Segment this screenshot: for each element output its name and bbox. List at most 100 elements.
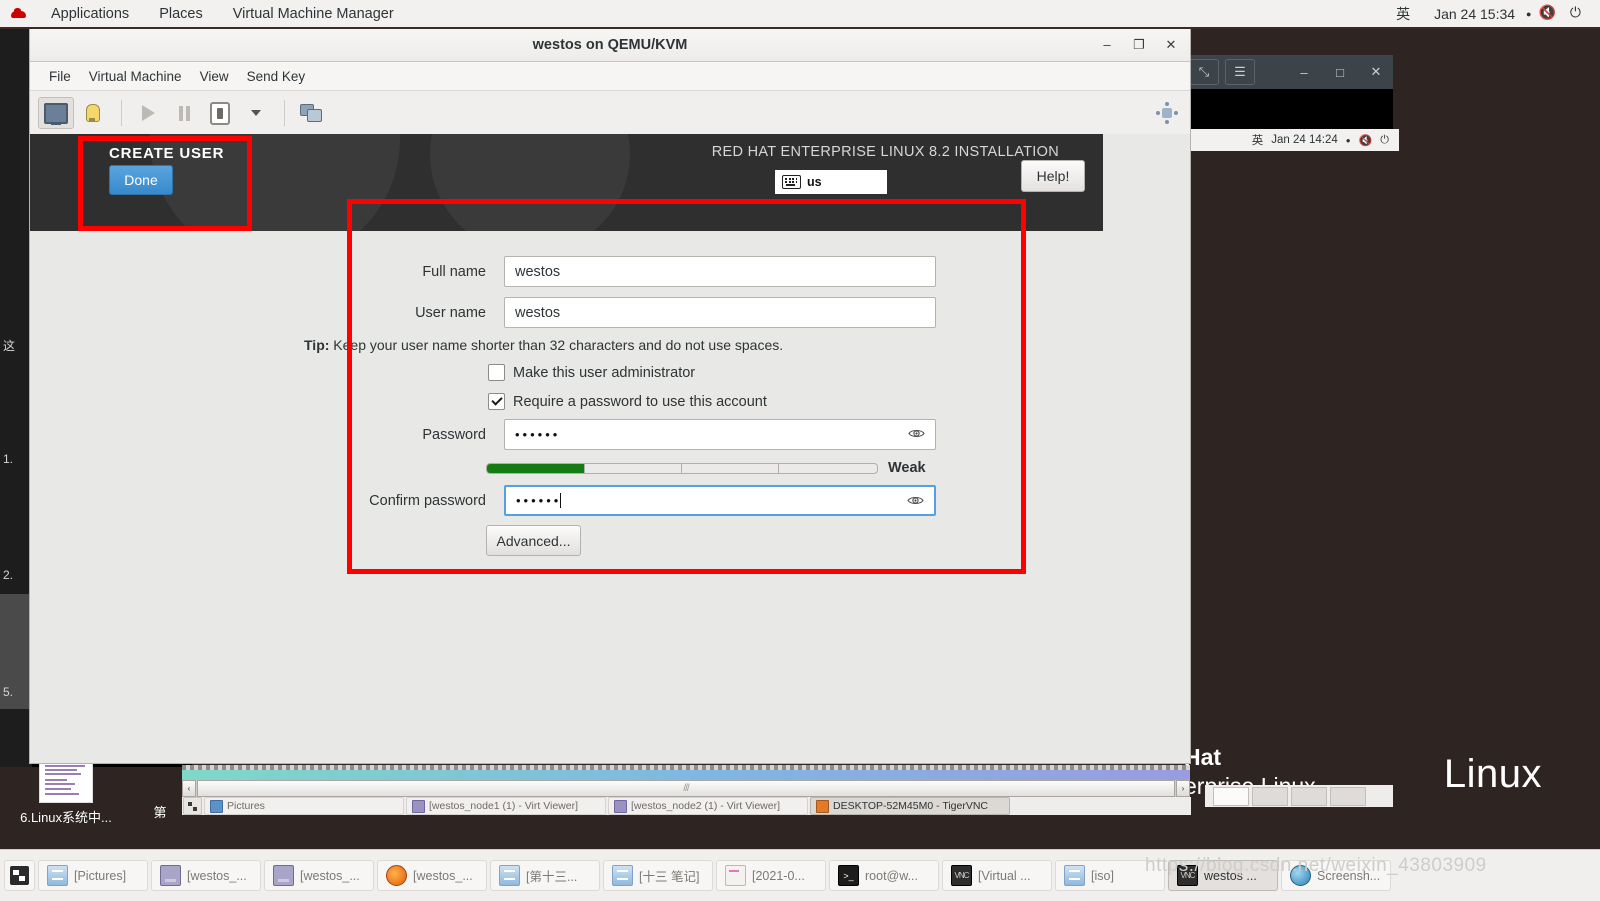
console-view-button[interactable]	[38, 97, 74, 129]
firefox-icon	[386, 865, 407, 886]
toolbar-separator	[121, 100, 122, 126]
pause-button[interactable]	[167, 98, 201, 128]
inner-task-westos-node1[interactable]: [westos_node1 (1) - Virt Viewer]	[406, 797, 606, 815]
maximize-icon[interactable]: □	[1323, 60, 1357, 84]
maximize-icon[interactable]: ❐	[1126, 34, 1152, 56]
taskbar-item-2021[interactable]: [2021-0...	[716, 860, 826, 891]
inner-task-label: Pictures	[227, 800, 265, 812]
confirm-password-value: ••••••	[516, 493, 562, 508]
password-input[interactable]: ••••••	[504, 419, 936, 450]
ime-indicator[interactable]: 英	[1380, 4, 1426, 24]
user-name-input[interactable]: westos	[504, 297, 936, 328]
inner-vnc-taskbar-strip: ‹ /// › Pictures [westos_node1 (1) - Vir…	[182, 765, 1191, 815]
taskbar-item-disanshisan[interactable]: [第十三...	[490, 860, 600, 891]
show-desktop-button[interactable]	[4, 860, 35, 891]
volume-muted-icon[interactable]: 🔇	[1531, 4, 1562, 21]
tray-cell[interactable]	[1291, 786, 1327, 806]
keyboard-layout-indicator[interactable]: us	[775, 170, 887, 194]
make-administrator-checkbox[interactable]	[488, 364, 505, 381]
fullscreen-toggle[interactable]	[1156, 102, 1178, 124]
drive-icon	[47, 865, 68, 886]
details-view-button[interactable]	[76, 98, 110, 128]
inner-task-tigervnc[interactable]: DESKTOP-52M45M0 - TigerVNC	[810, 797, 1010, 815]
scrollbar-thumb[interactable]: ///	[197, 780, 1175, 797]
shutdown-menu-button[interactable]	[239, 98, 273, 128]
taskbar-item-virtual[interactable]: VNC [Virtual ...	[942, 860, 1052, 891]
fullscreen-icon[interactable]: ⤡	[1189, 59, 1219, 85]
eye-icon[interactable]	[907, 494, 924, 509]
minimize-icon[interactable]: –	[1287, 60, 1321, 84]
inner-clock: Jan 24 14:24	[1271, 134, 1338, 146]
desktop-icon[interactable]: 6.Linux系统中...	[6, 759, 126, 826]
scroll-left-button[interactable]: ‹	[182, 780, 196, 797]
background-window-titlebar[interactable]: ⤡ ☰ – □ ✕	[1183, 55, 1393, 89]
taskbar-item-shisan-biji[interactable]: [十三 笔记]	[603, 860, 713, 891]
menu-virtual-machine[interactable]: Virtual Machine	[80, 66, 191, 87]
note-icon	[725, 865, 746, 886]
taskbar-item-westos-1[interactable]: [westos_...	[151, 860, 261, 891]
inner-ime-indicator: 英	[1251, 135, 1264, 147]
menu-applications[interactable]: Applications	[36, 6, 144, 22]
minimize-icon[interactable]: –	[1094, 34, 1120, 56]
topbar-status-area[interactable]: 英 Jan 24 15:34 ● 🔇 ⏻	[1380, 4, 1600, 24]
desktop-icon[interactable]: 第	[140, 802, 180, 821]
vm-window-titlebar[interactable]: westos on QEMU/KVM – ❐ ✕	[30, 28, 1190, 62]
taskbar-item-terminal[interactable]: >_ root@w...	[829, 860, 939, 891]
taskbar-item-pictures[interactable]: [Pictures]	[38, 860, 148, 891]
eye-icon[interactable]	[908, 427, 925, 442]
inner-gnome-topbar: 英 Jan 24 14:24 ● 🔇 ⏻	[1183, 129, 1399, 151]
desktop-icon-label: 6.Linux系统中...	[20, 810, 112, 825]
clock[interactable]: Jan 24 15:34	[1426, 6, 1523, 22]
viewer-icon	[614, 799, 627, 813]
keyboard-layout-label: us	[807, 175, 822, 189]
vm-window-buttons[interactable]: – ❐ ✕	[1094, 34, 1184, 56]
tray-cell[interactable]	[1330, 786, 1366, 806]
virt-manager-window[interactable]: westos on QEMU/KVM – ❐ ✕ File Virtual Ma…	[30, 28, 1190, 763]
taskbar-item-label: [十三 笔记]	[639, 870, 700, 884]
taskbar-item-label: [2021-0...	[752, 868, 805, 883]
inner-task-westos-node2[interactable]: [westos_node2 (1) - Virt Viewer]	[608, 797, 808, 815]
run-button[interactable]	[131, 98, 165, 128]
require-password-row[interactable]: Require a password to use this account	[488, 393, 767, 410]
snapshots-button[interactable]	[294, 98, 328, 128]
menu-send-key[interactable]: Send Key	[238, 66, 315, 87]
require-password-checkbox[interactable]	[488, 393, 505, 410]
require-password-label: Require a password to use this account	[513, 393, 767, 410]
user-name-row: User name westos	[230, 297, 936, 328]
menu-file[interactable]: File	[40, 66, 80, 87]
done-button[interactable]: Done	[109, 165, 173, 195]
gnome-top-bar[interactable]: Applications Places Virtual Machine Mana…	[0, 0, 1600, 29]
horizontal-scrollbar[interactable]: ‹ /// ›	[182, 780, 1190, 797]
vm-toolbar[interactable]	[30, 91, 1190, 136]
taskbar-item-label: [iso]	[1091, 868, 1114, 883]
password-strength-fill	[487, 463, 585, 473]
close-icon[interactable]: ✕	[1158, 34, 1184, 56]
menu-view[interactable]: View	[191, 66, 238, 87]
inner-volume-icon: 🔇	[1358, 134, 1373, 147]
menu-places[interactable]: Places	[144, 6, 218, 22]
menu-icon[interactable]: ☰	[1225, 59, 1255, 85]
inner-task-pictures[interactable]: Pictures	[204, 797, 404, 815]
menu-virtual-machine-manager[interactable]: Virtual Machine Manager	[218, 6, 409, 22]
make-administrator-row[interactable]: Make this user administrator	[488, 364, 695, 381]
scroll-right-button[interactable]: ›	[1176, 780, 1190, 797]
shutdown-button[interactable]	[203, 98, 237, 128]
confirm-password-label: Confirm password	[369, 492, 486, 509]
vm-menubar[interactable]: File Virtual Machine View Send Key	[30, 62, 1190, 91]
background-window[interactable]: ⤡ ☰ – □ ✕ 英 Jan 24 14:24 ● 🔇 ⏻ Hat erpri…	[1183, 55, 1399, 815]
help-button[interactable]: Help!	[1021, 160, 1085, 192]
close-icon[interactable]: ✕	[1359, 60, 1393, 84]
monitor-icon	[44, 102, 68, 125]
tray-cell[interactable]	[1213, 786, 1249, 806]
user-name-label: User name	[415, 304, 486, 321]
tray-cell[interactable]	[1252, 786, 1288, 806]
show-desktop-icon[interactable]	[183, 797, 202, 815]
inner-taskbar-items: Pictures [westos_node1 (1) - Virt Viewer…	[182, 797, 1191, 815]
drive-icon	[612, 865, 633, 886]
power-icon[interactable]: ⏻	[1563, 4, 1588, 21]
taskbar-item-westos-3[interactable]: [westos_...	[377, 860, 487, 891]
full-name-input[interactable]: westos	[504, 256, 936, 287]
advanced-button[interactable]: Advanced...	[486, 525, 581, 556]
confirm-password-input[interactable]: ••••••	[504, 485, 936, 516]
taskbar-item-westos-2[interactable]: [westos_...	[264, 860, 374, 891]
